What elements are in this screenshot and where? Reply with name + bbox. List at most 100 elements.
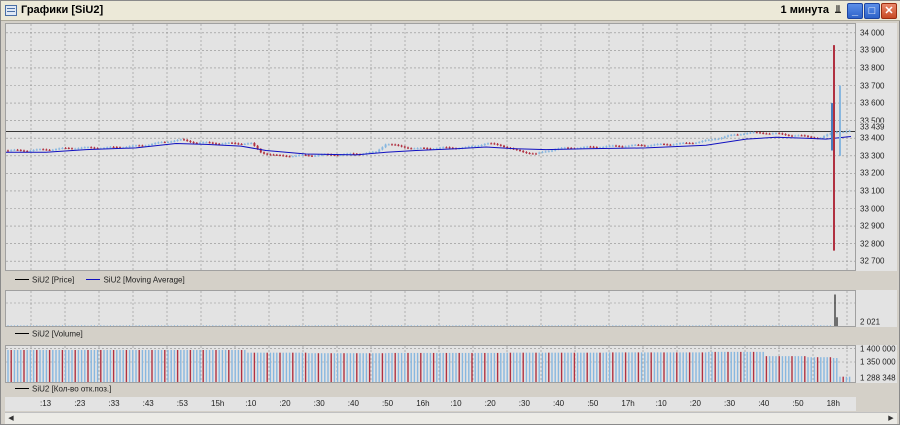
time-tick-label: :23 (74, 399, 86, 408)
open-interest-tick-label: 1 288 348 (860, 373, 896, 383)
price-tick-label: 33 300 (860, 151, 885, 161)
candle-body (381, 147, 384, 150)
open-interest-legend-label: SiU2 [Кол-во отк.поз.] (32, 384, 112, 394)
candle-body (442, 147, 445, 149)
candle-body (42, 149, 45, 151)
candle-body (711, 139, 713, 141)
horizontal-scrollbar[interactable]: ◀ ▶ (5, 412, 897, 424)
interval-label[interactable]: 1 минута (781, 4, 829, 16)
candle-body (23, 150, 25, 152)
candle-body (29, 150, 32, 152)
candle-body (519, 149, 521, 151)
time-tick-label: :10 (245, 399, 257, 408)
candle-body (77, 148, 80, 150)
time-tick-label: :10 (450, 399, 462, 408)
candle-body (698, 141, 701, 143)
candle-body (810, 136, 813, 138)
candle-body (192, 142, 195, 144)
candle-body (35, 149, 38, 151)
candle-body (653, 144, 656, 146)
candle-body (768, 133, 771, 135)
candle-body (135, 145, 137, 147)
candle-body (151, 144, 153, 146)
candle-body (691, 143, 694, 145)
candle-body (311, 155, 313, 157)
candle-body (487, 143, 489, 145)
candle-body (717, 138, 720, 140)
candle-body (656, 144, 659, 146)
candle-body (32, 150, 35, 152)
candle-body (314, 155, 317, 157)
candle-body (378, 149, 381, 152)
candle-body (615, 145, 617, 147)
open-interest-tick-label: 1 350 000 (860, 357, 896, 367)
open-interest-y-axis: 1 400 000 1 350 000 1 288 348 (856, 344, 897, 383)
candle-body (410, 148, 413, 150)
candle-body (253, 143, 256, 146)
candle-body (567, 147, 569, 149)
candle-body (167, 141, 169, 143)
candle-body (650, 145, 653, 147)
title-bar[interactable]: Графики [SiU2] 1 минута ⫫ _ □ ✕ (1, 1, 900, 21)
candle-body (541, 151, 544, 153)
pin-icon[interactable]: ⫫ (830, 3, 846, 19)
candle-body (775, 133, 777, 135)
volume-legend-swatch (15, 333, 29, 335)
candle-body (471, 146, 473, 148)
candle-body (807, 135, 809, 137)
scroll-right-icon[interactable]: ▶ (885, 413, 897, 424)
candle-body (797, 135, 800, 137)
candle-body (394, 144, 397, 146)
candle-body (749, 132, 752, 134)
candle-body (173, 140, 176, 142)
candle-body (477, 145, 480, 147)
minimize-button[interactable]: _ (847, 3, 863, 19)
candle-body (109, 146, 112, 148)
time-tick-label: :50 (382, 399, 394, 408)
time-tick-label: :43 (142, 399, 154, 408)
candle-body (647, 145, 649, 147)
candle-body (800, 135, 803, 137)
time-tick-label: :20 (484, 399, 496, 408)
price-tick-label: 32 800 (860, 239, 885, 249)
candle-body (10, 150, 13, 152)
time-tick-label: :40 (553, 399, 565, 408)
candle-body (397, 144, 400, 146)
candle-body (80, 147, 83, 149)
time-tick-label: :50 (792, 399, 804, 408)
candle-body (202, 142, 205, 144)
ma-legend-label: SiU2 [Moving Average] (103, 275, 185, 285)
volume-tick-label: 2 021 (860, 317, 881, 327)
candle-body (448, 147, 451, 149)
time-tick-label: :30 (724, 399, 736, 408)
volume-chart-pane[interactable] (5, 290, 856, 327)
candle-body (199, 142, 201, 144)
time-tick-label: :10 (655, 399, 667, 408)
candle-body (547, 151, 550, 153)
candle-body (746, 133, 749, 135)
candle-body (803, 135, 806, 137)
candle-body (131, 145, 134, 147)
candle-body (250, 143, 253, 145)
candle-body (589, 146, 592, 148)
time-tick-label: :40 (347, 399, 359, 408)
candle-body (490, 143, 493, 145)
candle-body (634, 144, 637, 146)
candle-body (55, 149, 57, 151)
maximize-button[interactable]: □ (864, 3, 880, 19)
price-chart-pane[interactable] (5, 23, 856, 271)
close-button[interactable]: ✕ (881, 3, 897, 19)
candle-body (67, 147, 70, 149)
time-axis: :13:23:33:43:53 15h:10:20:30:40:50 16h:10:… (5, 397, 856, 411)
candle-body (295, 155, 297, 157)
candle-body (679, 143, 681, 145)
candle-body (301, 154, 304, 156)
scroll-left-icon[interactable]: ◀ (5, 413, 17, 424)
candle-body (106, 147, 109, 149)
candle-body (627, 145, 630, 147)
candle-body (215, 143, 217, 145)
open-interest-chart-pane[interactable] (5, 345, 856, 383)
time-tick-label: 16h (416, 399, 430, 408)
volume-legend: SiU2 [Volume] (5, 329, 856, 342)
candle-body (304, 154, 307, 156)
